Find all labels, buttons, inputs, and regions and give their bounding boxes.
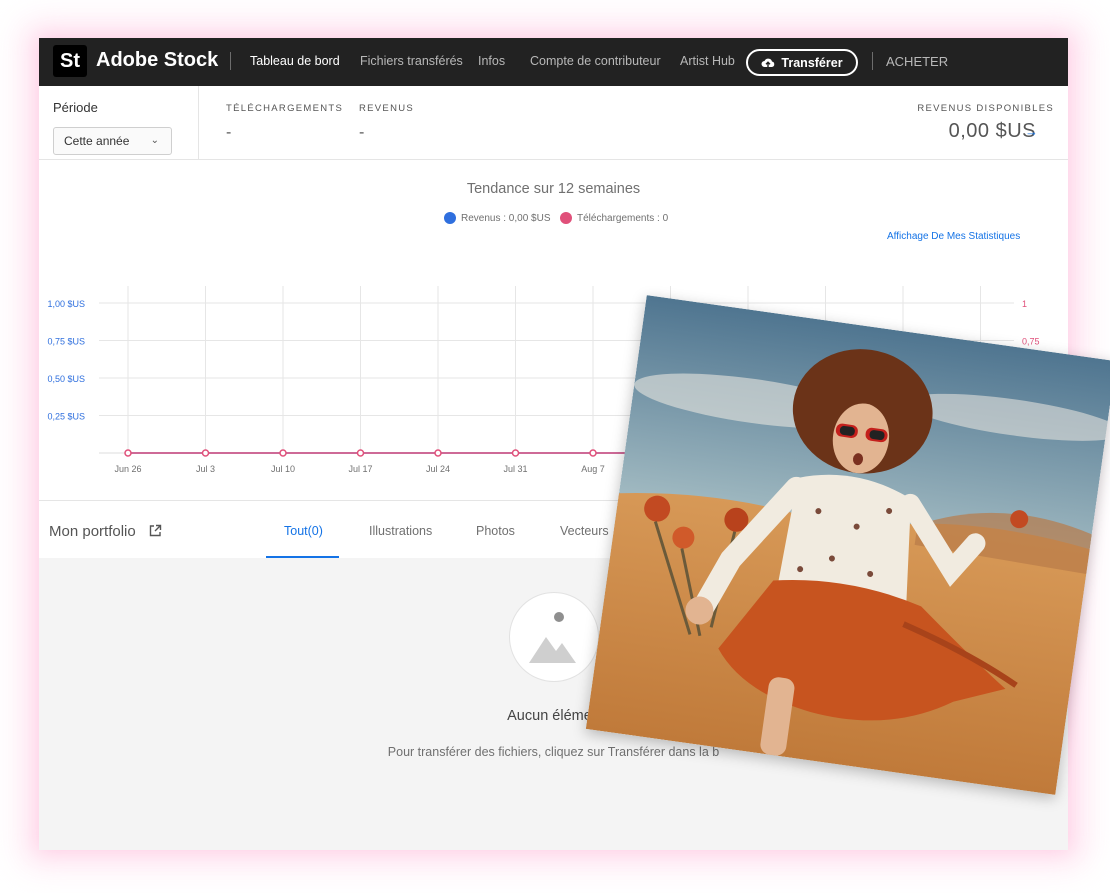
tab-all[interactable]: Tout(0) (284, 524, 323, 538)
data-point-downloads (511, 449, 520, 457)
legend-downloads[interactable]: Téléchargements : 0 (560, 212, 668, 224)
x-axis-tick-label: Jul 31 (503, 464, 527, 474)
top-nav: St Adobe Stock Tableau de bord Fichiers … (39, 38, 1068, 86)
available-revenue-value: 0,00 $US (948, 120, 1036, 142)
x-axis-tick-label: Jul 3 (196, 464, 215, 474)
data-point-downloads (201, 449, 210, 457)
portfolio-title[interactable]: Mon portfolio (49, 523, 136, 540)
downloads-label: TÉLÉCHARGEMENTS (226, 103, 344, 114)
period-label: Période (53, 100, 98, 115)
divider (198, 86, 199, 160)
legend-downloads-label: Téléchargements : 0 (577, 212, 669, 224)
period-select-value: Cette année (64, 134, 130, 148)
view-statistics-link[interactable]: Affichage De Mes Statistiques (887, 231, 1020, 242)
legend-revenue[interactable]: Revenus : 0,00 $US (444, 212, 551, 224)
tab-photos[interactable]: Photos (476, 524, 515, 538)
legend-dot-revenue (444, 212, 456, 224)
y-axis-left-tick-label: 0,50 $US (47, 374, 85, 384)
x-axis-tick-label: Jun 26 (114, 464, 141, 474)
tab-vectors[interactable]: Vecteurs (560, 524, 609, 538)
y-axis-right-tick-label: 1 (1022, 299, 1027, 309)
arrow-right-icon[interactable]: → (1025, 124, 1038, 139)
x-axis-tick-label: Jul 24 (426, 464, 450, 474)
y-axis-left-tick-label: 1,00 $US (47, 299, 85, 309)
nav-link-infos[interactable]: Infos (478, 54, 505, 68)
nav-link-buy[interactable]: ACHETER (886, 54, 948, 69)
tab-illustrations[interactable]: Illustrations (369, 524, 432, 538)
nav-link-artist-hub[interactable]: Artist Hub (680, 54, 735, 68)
nav-divider (230, 52, 231, 70)
x-axis-tick-label: Jul 10 (271, 464, 295, 474)
downloads-value: - (226, 124, 232, 141)
upload-button-label: Transférer (781, 55, 843, 70)
x-axis-tick-label: Aug 7 (581, 464, 605, 474)
available-revenue-label: REVENUS DISPONIBLES (917, 103, 1054, 114)
y-axis-left-tick-label: 0,25 $US (47, 412, 85, 422)
stats-header: Période Cette année ⌄ TÉLÉCHARGEMENTS - … (39, 86, 1068, 160)
adobe-stock-logo[interactable]: St (53, 45, 87, 77)
chevron-down-icon: ⌄ (150, 135, 159, 146)
x-axis-tick-label: Jul 17 (348, 464, 372, 474)
nav-link-contributor-account[interactable]: Compte de contributeur (530, 54, 661, 68)
brand-name[interactable]: Adobe Stock (96, 49, 218, 72)
data-point-downloads (434, 449, 442, 457)
y-axis-left-tick-label: 0,75 $US (47, 337, 85, 347)
nav-divider (872, 52, 873, 70)
chart-title: Tendance sur 12 semaines (466, 181, 641, 197)
legend-dot-downloads (560, 212, 572, 224)
y-axis-right-tick-label: 0,75 (1022, 337, 1040, 347)
data-point-downloads (279, 449, 287, 457)
legend-revenue-label: Revenus : 0,00 $US (461, 212, 551, 224)
revenue-label: REVENUS (359, 103, 415, 114)
revenue-value: - (359, 124, 365, 141)
upload-button[interactable]: Transférer (746, 49, 858, 76)
nav-link-uploaded-files[interactable]: Fichiers transférés (360, 54, 463, 68)
overlay-photo-woman-running-desert (585, 295, 1110, 795)
external-link-icon[interactable] (149, 524, 162, 537)
nav-link-dashboard[interactable]: Tableau de bord (250, 54, 340, 68)
data-point-downloads (356, 449, 365, 457)
cloud-upload-icon (761, 58, 775, 67)
data-point-downloads (124, 449, 132, 457)
data-point-downloads (589, 449, 597, 457)
period-select[interactable]: Cette année ⌄ (53, 127, 172, 155)
empty-image-icon (509, 592, 599, 682)
